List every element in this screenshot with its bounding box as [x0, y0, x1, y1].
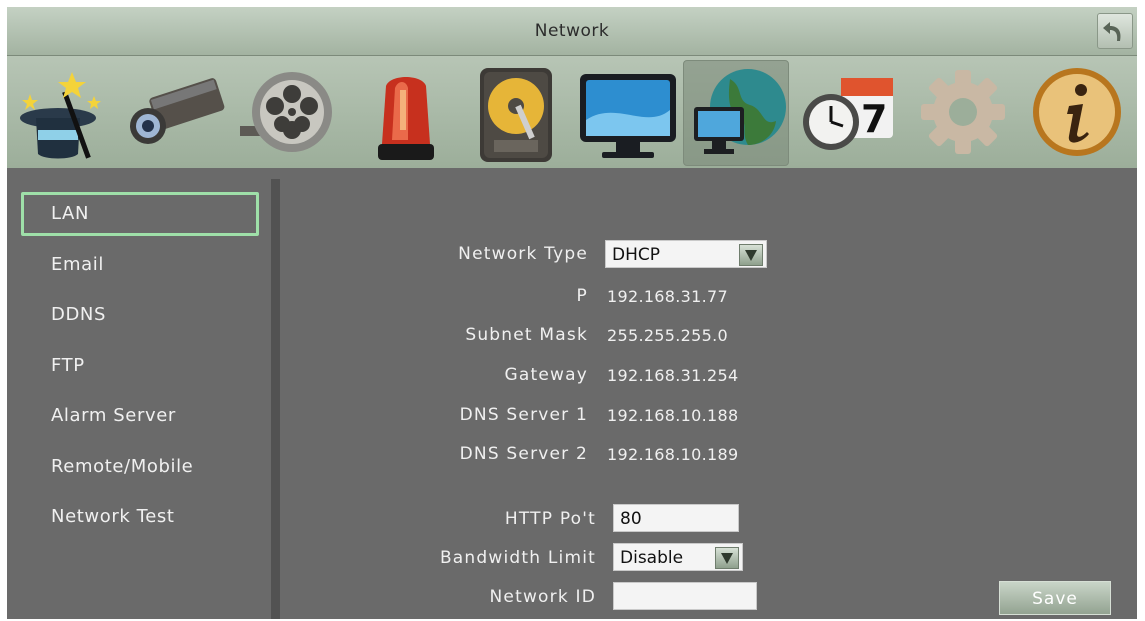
http-port-input[interactable]: 80 — [613, 504, 739, 532]
sidebar-item-lan[interactable]: LAN — [21, 192, 259, 236]
lan-settings-panel: Network Type DHCP P 192.168.31.77 Subnet… — [280, 179, 1137, 619]
window-title: Network — [534, 21, 610, 41]
sidebar: LAN Email DDNS FTP Alarm Server Remote/M… — [7, 179, 271, 619]
gear-icon[interactable] — [911, 60, 1015, 164]
title-bar: Network — [7, 7, 1137, 56]
camera-icon[interactable] — [124, 60, 228, 164]
network-type-select[interactable]: DHCP — [605, 240, 767, 268]
panel-divider — [271, 179, 280, 619]
network-type-value: DHCP — [612, 245, 660, 265]
clock-calendar-icon[interactable]: 7 — [797, 60, 901, 164]
monitor-icon[interactable] — [576, 60, 680, 164]
sidebar-item-ftp[interactable]: FTP — [21, 344, 259, 388]
bandwidth-limit-value: Disable — [620, 548, 684, 568]
info-icon[interactable] — [1025, 60, 1129, 164]
alarm-siren-icon[interactable] — [352, 60, 456, 164]
gateway-value: 192.168.31.254 — [607, 366, 739, 385]
wizard-icon[interactable] — [10, 60, 114, 164]
app-window: Network 7 LAN Email DDNS FTP Alarm Serve… — [7, 7, 1137, 619]
gateway-label: Gateway — [504, 365, 588, 385]
film-reel-icon[interactable] — [238, 60, 342, 164]
network-id-input[interactable] — [613, 582, 757, 610]
network-type-label: Network Type — [458, 244, 588, 264]
back-arrow-icon — [1103, 22, 1121, 41]
chevron-down-icon — [739, 244, 763, 266]
sidebar-item-email[interactable]: Email — [21, 243, 259, 287]
menu-icon-bar: 7 — [7, 56, 1137, 168]
sidebar-item-remote-mobile[interactable]: Remote/Mobile — [21, 445, 259, 489]
ip-label: P — [576, 286, 588, 306]
sidebar-item-ddns[interactable]: DDNS — [21, 293, 259, 337]
back-button[interactable] — [1097, 13, 1133, 49]
ip-value: 192.168.31.77 — [607, 287, 728, 306]
dns-server-2-label: DNS Server 2 — [459, 444, 588, 464]
http-port-label: HTTP Po't — [504, 509, 596, 529]
sidebar-item-network-test[interactable]: Network Test — [21, 495, 259, 539]
network-id-label: Network ID — [489, 587, 596, 607]
save-button[interactable]: Save — [999, 581, 1111, 615]
subnet-mask-value: 255.255.255.0 — [607, 326, 728, 345]
hard-drive-icon[interactable] — [466, 60, 570, 164]
dns-server-1-value: 192.168.10.188 — [607, 406, 739, 425]
network-globe-icon[interactable] — [683, 60, 789, 166]
calendar-day: 7 — [861, 97, 887, 141]
bandwidth-limit-select[interactable]: Disable — [613, 543, 743, 571]
subnet-mask-label: Subnet Mask — [465, 325, 588, 345]
bandwidth-limit-label: Bandwidth Limit — [439, 548, 596, 568]
sidebar-item-alarm-server[interactable]: Alarm Server — [21, 394, 259, 438]
chevron-down-icon — [715, 547, 739, 569]
dns-server-2-value: 192.168.10.189 — [607, 445, 739, 464]
dns-server-1-label: DNS Server 1 — [459, 405, 588, 425]
